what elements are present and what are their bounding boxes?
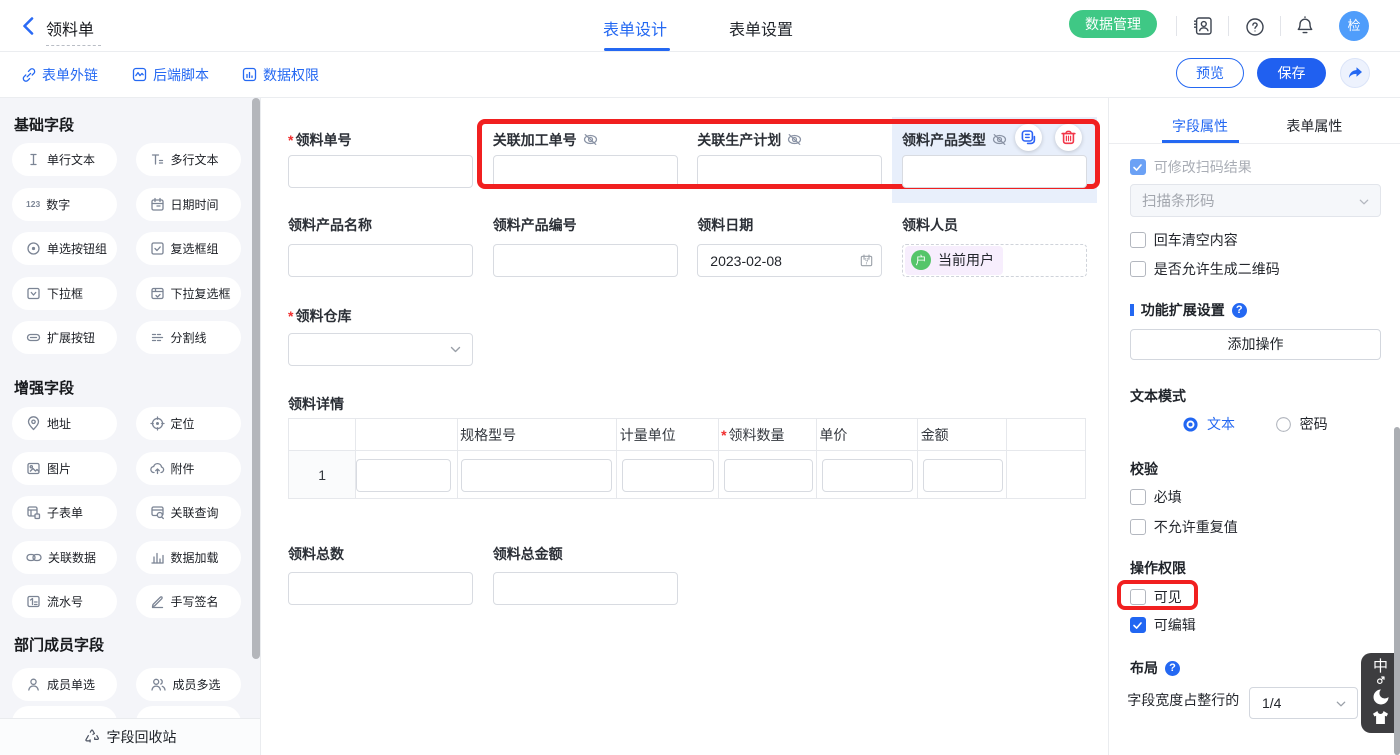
- svg-text:7: 7: [865, 259, 869, 266]
